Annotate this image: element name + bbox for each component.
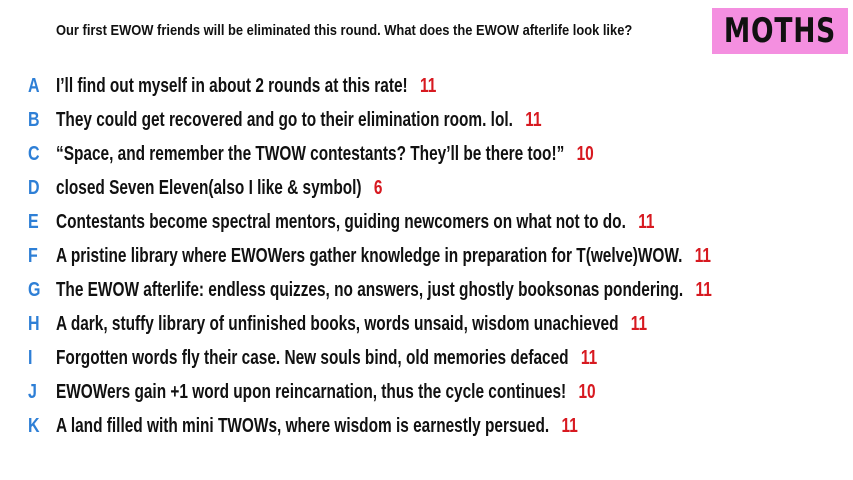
response-text: I’ll find out myself in about 2 rounds a… (56, 75, 408, 97)
response-row-k: K A land filled with mini TWOWs, where w… (0, 410, 853, 440)
response-row-c: C “Space, and remember the TWOW contesta… (0, 138, 853, 168)
response-line: The EWOW afterlife: endless quizzes, no … (56, 279, 712, 302)
response-text: A pristine library where EWOWers gather … (56, 245, 683, 267)
response-line: They could get recovered and go to their… (56, 109, 542, 132)
response-letter: K (28, 415, 40, 437)
response-row-a: A I’ll find out myself in about 2 rounds… (0, 70, 853, 100)
word-count: 11 (695, 279, 712, 301)
word-count: 11 (525, 109, 542, 131)
response-row-e: E Contestants become spectral mentors, g… (0, 206, 853, 236)
response-line: closed Seven Eleven(also I like & symbol… (56, 177, 382, 200)
word-count: 10 (576, 143, 594, 165)
word-count: 10 (578, 381, 596, 403)
response-line: A dark, stuffy library of unfinished boo… (56, 313, 647, 336)
response-text: Contestants become spectral mentors, gui… (56, 211, 626, 233)
response-line: EWOWers gain +1 word upon reincarnation,… (56, 381, 596, 404)
response-letter: F (28, 245, 38, 267)
word-count: 11 (561, 415, 578, 437)
response-letter: A (28, 75, 40, 97)
response-letter: E (28, 211, 39, 233)
response-text: closed Seven Eleven(also I like & symbol… (56, 177, 362, 199)
response-letter: B (28, 109, 40, 131)
response-row-f: F A pristine library where EWOWers gathe… (0, 240, 853, 270)
response-row-i: I Forgotten words fly their case. New so… (0, 342, 853, 372)
response-letter: G (28, 279, 41, 301)
response-text: They could get recovered and go to their… (56, 109, 513, 131)
response-text: EWOWers gain +1 word upon reincarnation,… (56, 381, 567, 403)
word-count: 11 (580, 347, 598, 369)
response-line: I’ll find out myself in about 2 rounds a… (56, 75, 436, 98)
word-count: 11 (638, 211, 655, 233)
response-row-d: D closed Seven Eleven(also I like & symb… (0, 172, 853, 202)
response-letter: C (28, 143, 40, 165)
response-line: A pristine library where EWOWers gather … (56, 245, 711, 268)
response-row-j: J EWOWers gain +1 word upon reincarnatio… (0, 376, 853, 406)
response-line: Forgotten words fly their case. New soul… (56, 347, 597, 370)
response-text: The EWOW afterlife: endless quizzes, no … (56, 279, 684, 301)
response-letter: J (28, 381, 37, 403)
response-letter: I (28, 347, 33, 369)
response-line: A land filled with mini TWOWs, where wis… (56, 415, 578, 438)
response-row-b: B They could get recovered and go to the… (0, 104, 853, 134)
word-count: 6 (373, 177, 383, 199)
word-count: 11 (630, 313, 648, 335)
response-line: Contestants become spectral mentors, gui… (56, 211, 654, 234)
prompt-text: Our first EWOW friends will be eliminate… (56, 22, 633, 39)
response-line: “Space, and remember the TWOW contestant… (56, 143, 594, 166)
response-text: Forgotten words fly their case. New soul… (56, 347, 569, 369)
response-row-g: G The EWOW afterlife: endless quizzes, n… (0, 274, 853, 304)
response-text: A dark, stuffy library of unfinished boo… (56, 313, 619, 335)
word-count: 11 (419, 75, 437, 97)
group-badge: MOTHS (712, 8, 848, 54)
response-text: A land filled with mini TWOWs, where wis… (56, 415, 550, 437)
response-text: “Space, and remember the TWOW contestant… (56, 143, 565, 165)
response-letter: H (28, 313, 40, 335)
group-badge-label: MOTHS (723, 11, 837, 51)
response-row-h: H A dark, stuffy library of unfinished b… (0, 308, 853, 338)
word-count: 11 (694, 245, 711, 267)
response-letter: D (28, 177, 40, 199)
